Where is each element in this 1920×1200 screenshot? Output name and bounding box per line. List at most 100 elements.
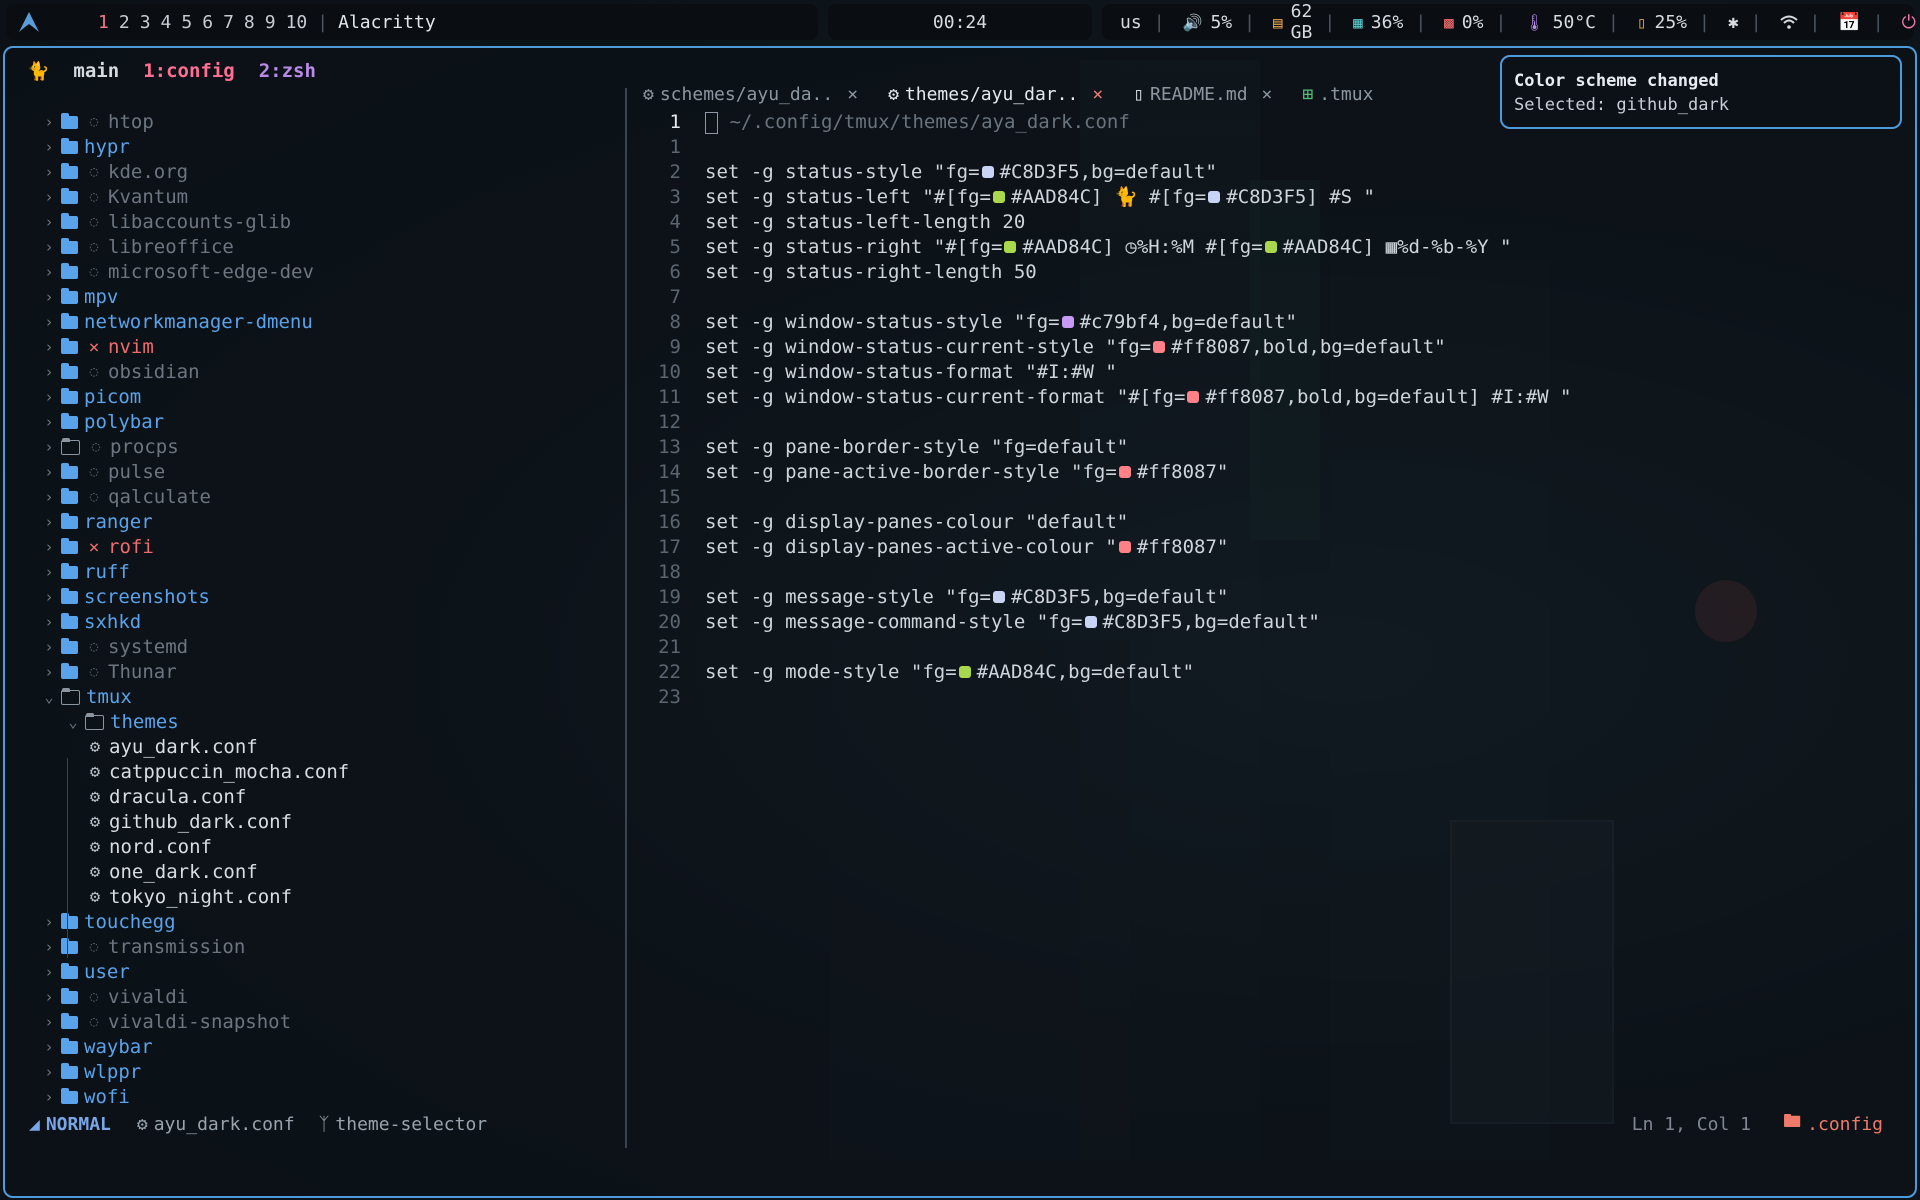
cursor-position: Ln 1, Col 1 xyxy=(1631,1113,1751,1135)
color-swatch xyxy=(1004,240,1017,253)
tree-row[interactable]: › × nvim xyxy=(37,335,617,360)
tree-item-label: picom xyxy=(84,386,142,408)
tree-row[interactable]: › ◌ microsoft-edge-dev xyxy=(37,260,617,285)
tree-row[interactable]: › ◌ procps xyxy=(37,435,617,460)
folder-open-icon xyxy=(61,688,80,705)
workspace-button[interactable]: 10 xyxy=(286,12,308,33)
bluetooth-icon[interactable]: ✱ xyxy=(1728,12,1739,33)
close-icon[interactable]: × xyxy=(1262,84,1273,105)
battery-icon: ▯ xyxy=(1636,12,1647,32)
tree-row[interactable]: › hypr xyxy=(37,135,617,160)
tmux-window-zsh[interactable]: 2:zsh xyxy=(259,60,316,82)
workspace-button[interactable]: 3 xyxy=(140,12,151,33)
tree-row-open[interactable]: ⌄ tmux xyxy=(37,685,617,710)
workspace-button[interactable]: 1 xyxy=(98,12,109,33)
tree-row[interactable]: › ◌ htop xyxy=(37,110,617,135)
close-icon[interactable]: × xyxy=(1092,84,1103,105)
tree-row[interactable]: › × rofi xyxy=(37,535,617,560)
code-line: 23 xyxy=(645,685,1725,710)
code-editor[interactable]: 1 ~/.config/tmux/themes/aya_dark.conf 1 2 s… xyxy=(645,110,1725,710)
tree-row[interactable]: › wlppr xyxy=(37,1060,617,1085)
tree-row[interactable]: › wofi xyxy=(37,1085,617,1110)
tree-row[interactable]: › ◌ transmission xyxy=(37,935,617,960)
arch-logo-icon[interactable] xyxy=(12,5,46,39)
line-number: 16 xyxy=(658,511,681,533)
tmux-window-current[interactable]: 1:config xyxy=(143,60,235,82)
temperature-module[interactable]: 🌡 50°C xyxy=(1524,12,1596,33)
tree-row[interactable]: › mpv xyxy=(37,285,617,310)
tree-row[interactable]: › ◌ kde.org xyxy=(37,160,617,185)
tree-row[interactable]: › ruff xyxy=(37,560,617,585)
tree-file-row[interactable]: ⚙ nord.conf xyxy=(37,835,617,860)
tree-item-label: procps xyxy=(110,436,179,458)
tree-file-row[interactable]: ⚙ github_dark.conf xyxy=(37,810,617,835)
workspace-button[interactable]: 2 xyxy=(119,12,130,33)
disk-module[interactable]: ▤ 62 GB xyxy=(1273,1,1312,43)
workspace-button[interactable]: 4 xyxy=(161,12,172,33)
folder-icon xyxy=(61,563,78,579)
tree-row[interactable]: › waybar xyxy=(37,1035,617,1060)
tree-item-label: wofi xyxy=(84,1086,130,1108)
workspace-button[interactable]: 7 xyxy=(223,12,234,33)
volume-module[interactable]: 🔊 5% xyxy=(1183,12,1233,33)
tree-row-open[interactable]: ⌄ themes xyxy=(37,710,617,735)
tree-item-label: tmux xyxy=(86,686,132,708)
power-icon[interactable]: ⏻ xyxy=(1902,12,1916,33)
code-text: set -g mode-style "fg= #AAD84C,bg=default… xyxy=(705,660,1194,685)
editor-tab[interactable]: ⚙ themes/ayu_dar.. × xyxy=(888,84,1103,105)
clock[interactable]: 00:24 xyxy=(828,4,1092,40)
tree-row[interactable]: › ◌ qalculate xyxy=(37,485,617,510)
tree-row[interactable]: › ◌ Kvantum xyxy=(37,185,617,210)
tree-row[interactable]: › touchegg xyxy=(37,910,617,935)
battery-module[interactable]: ▯ 25% xyxy=(1637,12,1687,33)
tree-row[interactable]: › picom xyxy=(37,385,617,410)
chevron-right-icon: › xyxy=(44,113,54,131)
tree-file-row[interactable]: ⚙ catppuccin_mocha.conf xyxy=(37,760,617,785)
tree-file-row[interactable]: ⚙ dracula.conf xyxy=(37,785,617,810)
pane-divider[interactable] xyxy=(625,88,627,1148)
workspace-button[interactable]: 8 xyxy=(244,12,255,33)
tree-row[interactable]: › ranger xyxy=(37,510,617,535)
editor-tab[interactable]: ⊞ .tmux xyxy=(1302,84,1373,105)
tree-file-row[interactable]: ⚙ ayu_dark.conf xyxy=(37,735,617,760)
tree-row[interactable]: › ◌ vivaldi-snapshot xyxy=(37,1010,617,1035)
tree-row[interactable]: › ◌ libreoffice xyxy=(37,235,617,260)
tree-row[interactable]: › networkmanager-dmenu xyxy=(37,310,617,335)
chevron-right-icon: › xyxy=(44,388,54,406)
tree-row[interactable]: › ◌ systemd xyxy=(37,635,617,660)
tree-item-label: transmission xyxy=(108,936,246,958)
tree-row[interactable]: › ◌ obsidian xyxy=(37,360,617,385)
editor-tab[interactable]: ⚙ schemes/ayu_da.. × xyxy=(643,84,858,105)
tree-file-row[interactable]: ⚙ tokyo_night.conf xyxy=(37,885,617,910)
tree-row[interactable]: › screenshots xyxy=(37,585,617,610)
wifi-icon[interactable] xyxy=(1779,15,1798,29)
tree-row[interactable]: › sxhkd xyxy=(37,610,617,635)
editor-tab[interactable]: ▯ README.md × xyxy=(1133,84,1272,105)
workspace-button[interactable]: 5 xyxy=(181,12,192,33)
tree-row[interactable]: › polybar xyxy=(37,410,617,435)
notification-popup[interactable]: Color scheme changed Selected: github_da… xyxy=(1500,55,1902,129)
tree-row[interactable]: › ◌ vivaldi xyxy=(37,985,617,1010)
calendar-icon[interactable]: 📅 xyxy=(1838,12,1860,33)
chevron-right-icon: › xyxy=(44,413,54,431)
file-name: dracula.conf xyxy=(109,786,247,808)
close-icon[interactable]: × xyxy=(847,84,858,105)
cpu-module[interactable]: ▩ 0% xyxy=(1444,12,1483,33)
ignored-icon: ◌ xyxy=(89,114,99,130)
gear-icon: ⚙ xyxy=(89,812,101,832)
workspace-button[interactable]: 9 xyxy=(265,12,276,33)
code-text: set -g status-left-length 20 xyxy=(705,210,1025,235)
memory-module[interactable]: ▦ 36% xyxy=(1353,12,1403,33)
code-token: set -g status-left "#[fg= xyxy=(705,186,991,208)
keyboard-layout[interactable]: us xyxy=(1120,12,1142,33)
folder-icon xyxy=(61,213,78,229)
tree-row[interactable]: › ◌ pulse xyxy=(37,460,617,485)
tree-file-row[interactable]: ⚙ one_dark.conf xyxy=(37,860,617,885)
code-token: %d-%b-%Y " xyxy=(1397,236,1512,258)
tree-row[interactable]: › user xyxy=(37,960,617,985)
code-token: #AAD84C] xyxy=(1010,186,1114,208)
tree-row[interactable]: › ◌ Thunar xyxy=(37,660,617,685)
workspace-button[interactable]: 6 xyxy=(202,12,213,33)
bar-right: us | 🔊 5% | ▤ 62 GB | ▦ 36% | ▩ 0% | 🌡 5… xyxy=(1102,1,1916,43)
tree-row[interactable]: › ◌ libaccounts-glib xyxy=(37,210,617,235)
